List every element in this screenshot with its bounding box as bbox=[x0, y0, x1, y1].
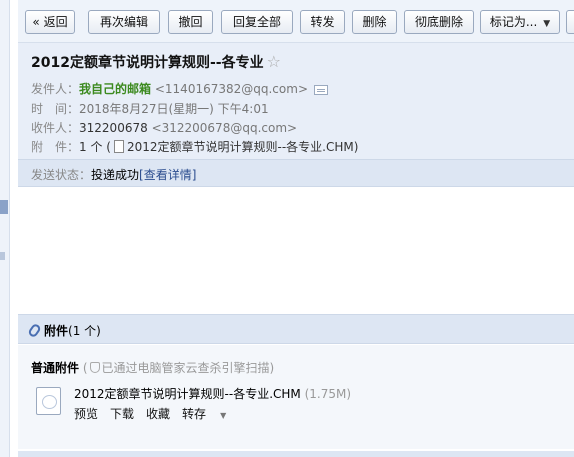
mark-as-label: 标记为... bbox=[489, 15, 538, 29]
delete-button[interactable]: 删除 bbox=[352, 10, 397, 34]
preview-link[interactable]: 预览 bbox=[74, 407, 98, 421]
bottom-strip bbox=[18, 451, 574, 457]
subject-text: 2012定额章节说明计算规则--各专业 bbox=[31, 55, 264, 71]
paperclip-icon bbox=[27, 322, 42, 339]
delivery-status-bar: 发送状态：投递成功[查看详情] bbox=[18, 159, 574, 187]
chevron-down-icon: ▼ bbox=[220, 411, 227, 420]
mail-toolbar: « 返回 再次编辑 撤回 回复全部 转发 删除 彻底删除 标记为... ▼ bbox=[18, 0, 574, 42]
status-value: 投递成功 bbox=[91, 168, 140, 182]
forward-button[interactable]: 转发 bbox=[300, 10, 345, 34]
time-label: 时 间： bbox=[31, 102, 80, 116]
left-rail bbox=[0, 0, 10, 457]
re-edit-button[interactable]: 再次编辑 bbox=[88, 10, 160, 34]
time-value: 2018年8月27日(星期一) 下午4:01 bbox=[79, 102, 269, 116]
attachment-link[interactable]: 2012定额章节说明计算规则--各专业.CHM bbox=[127, 140, 354, 154]
from-address: <1140167382@qq.com> bbox=[154, 82, 308, 96]
attachments-body: 普通附件 ( 已通过电脑管家云查杀引擎扫描) 2012定额章节说明计算规则--各专… bbox=[18, 345, 574, 449]
mail-header: 2012定额章节说明计算规则--各专业 ☆ 发件人：我自己的邮箱 <1140167… bbox=[18, 42, 574, 159]
star-icon[interactable]: ☆ bbox=[267, 52, 281, 71]
scan-open: ( bbox=[82, 361, 88, 375]
scan-status: 已通过电脑管家云查杀引擎扫描) bbox=[101, 361, 275, 375]
attachment-file: 2012定额章节说明计算规则--各专业.CHM (1.75M) bbox=[74, 385, 351, 402]
attachment-file-size: (1.75M) bbox=[304, 387, 352, 401]
contact-card-icon[interactable] bbox=[314, 84, 328, 95]
attachment-kind-label: 普通附件 bbox=[31, 361, 80, 375]
more-button[interactable] bbox=[566, 10, 574, 34]
from-label: 发件人： bbox=[31, 82, 80, 96]
attachment-kind: 普通附件 ( 已通过电脑管家云查杀引擎扫描) bbox=[31, 359, 274, 376]
attachment-close: ) bbox=[353, 140, 359, 154]
attachment-count: 1 个 ( bbox=[79, 140, 111, 154]
to-address: <312200678@qq.com> bbox=[151, 121, 298, 135]
rail-marker bbox=[0, 200, 8, 214]
to-row: 收件人：312200678 <312200678@qq.com> bbox=[31, 119, 297, 136]
favorite-link[interactable]: 收藏 bbox=[146, 407, 170, 421]
attachment-row: 附 件：1 个 ( 2012定额章节说明计算规则--各专业.CHM) bbox=[31, 138, 358, 155]
mail-subject: 2012定额章节说明计算规则--各专业 ☆ bbox=[31, 52, 281, 72]
mark-as-dropdown[interactable]: 标记为... ▼ bbox=[480, 10, 560, 34]
document-icon bbox=[113, 140, 124, 153]
to-name[interactable]: 312200678 bbox=[79, 121, 148, 135]
save-to-dropdown[interactable]: 转存 ▼ bbox=[182, 407, 238, 421]
attachments-count: (1 个) bbox=[68, 324, 101, 338]
attachment-file-name[interactable]: 2012定额章节说明计算规则--各专业.CHM bbox=[74, 387, 301, 401]
attachment-label: 附 件： bbox=[31, 140, 80, 154]
attachments-heading: 附件 bbox=[44, 324, 69, 338]
rail-marker bbox=[0, 252, 5, 260]
delivery-status: 发送状态：投递成功[查看详情] bbox=[31, 166, 196, 183]
from-row: 发件人：我自己的邮箱 <1140167382@qq.com> bbox=[31, 80, 328, 97]
delete-permanently-button[interactable]: 彻底删除 bbox=[404, 10, 474, 34]
attachments-header: 附件(1 个) bbox=[18, 314, 574, 344]
from-name[interactable]: 我自己的邮箱 bbox=[79, 82, 151, 96]
chevron-down-icon: ▼ bbox=[543, 19, 551, 29]
reply-all-button[interactable]: 回复全部 bbox=[221, 10, 293, 34]
save-to-label: 转存 bbox=[182, 407, 207, 421]
attachment-actions: 预览 下载 收藏 转存 ▼ bbox=[74, 405, 250, 422]
status-label: 发送状态： bbox=[31, 168, 92, 182]
time-row: 时 间：2018年8月27日(星期一) 下午4:01 bbox=[31, 100, 269, 117]
attachments-title: 附件(1 个) bbox=[27, 322, 101, 339]
recall-button[interactable]: 撤回 bbox=[168, 10, 213, 34]
shield-icon bbox=[89, 362, 100, 373]
file-icon[interactable] bbox=[36, 387, 61, 415]
view-details-link[interactable]: [查看详情] bbox=[139, 168, 196, 182]
back-button[interactable]: « 返回 bbox=[25, 10, 75, 34]
to-label: 收件人： bbox=[31, 121, 80, 135]
download-link[interactable]: 下载 bbox=[110, 407, 134, 421]
